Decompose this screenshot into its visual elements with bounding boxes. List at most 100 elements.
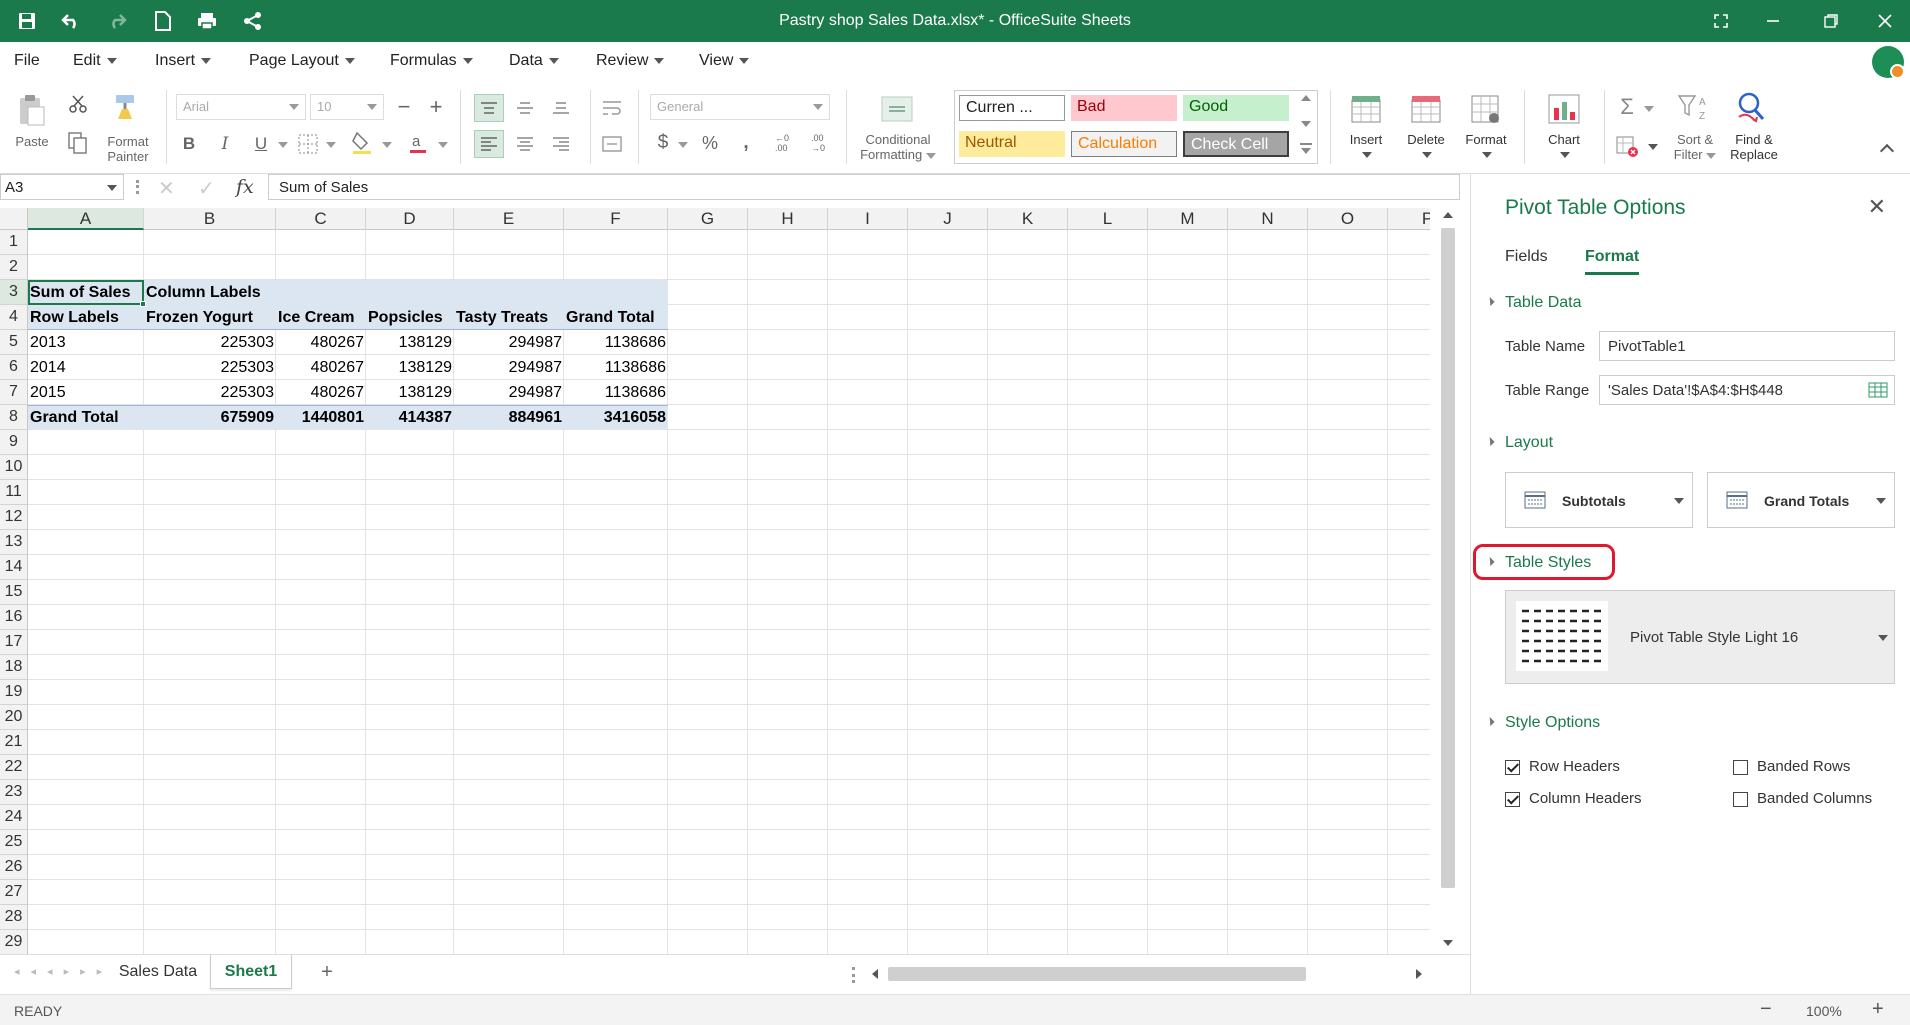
subtotals-dropdown[interactable]: Subtotals [1505, 472, 1693, 528]
style-currency[interactable]: Curren ... [959, 95, 1065, 121]
row-header[interactable]: 3 [0, 280, 28, 305]
row-header[interactable]: 14 [0, 555, 28, 580]
table-range-input[interactable]: 'Sales Data'!$A$4:$H$448 [1599, 375, 1895, 405]
autosum-icon[interactable]: Σ [1614, 94, 1640, 120]
borders-icon[interactable] [296, 132, 320, 156]
pivot-value-cell[interactable]: 1138686 [564, 355, 668, 380]
find-replace-label[interactable]: Find & Replace [1726, 132, 1782, 162]
number-format-select[interactable]: General [650, 94, 830, 120]
pivot-value-cell[interactable]: 1138686 [564, 330, 668, 355]
grand-total-cell[interactable]: 884961 [454, 405, 564, 430]
fullscreen-icon[interactable] [1706, 8, 1736, 34]
section-table-data[interactable]: Table Data [1505, 294, 1582, 312]
row-header[interactable]: 18 [0, 655, 28, 680]
add-sheet-button[interactable]: + [312, 955, 342, 989]
align-center-icon[interactable] [510, 130, 540, 158]
column-header-d[interactable]: D [366, 208, 454, 230]
pivot-row-label[interactable]: 2014 [28, 355, 144, 380]
column-header-b[interactable]: B [144, 208, 276, 230]
percent-icon[interactable]: % [698, 130, 722, 156]
confirm-icon[interactable]: ✓ [198, 176, 215, 201]
chart-label[interactable]: Chart [1540, 132, 1588, 147]
column-headers-checkbox[interactable] [1505, 792, 1520, 807]
align-right-icon[interactable] [546, 130, 576, 158]
merge-cells-icon[interactable] [598, 130, 626, 158]
align-left-icon[interactable] [474, 130, 504, 158]
sort-filter-label[interactable]: Sort & Filter [1664, 132, 1726, 162]
font-name-select[interactable]: Arial [176, 94, 306, 120]
cut-icon[interactable] [66, 92, 90, 116]
banded-rows-checkbox[interactable] [1733, 760, 1748, 775]
menu-page-layout[interactable]: Page Layout [249, 52, 355, 70]
pivot-value-cell[interactable]: 138129 [366, 355, 454, 380]
pivot-value-cell[interactable]: 480267 [276, 330, 366, 355]
fill-color-icon[interactable] [350, 130, 374, 156]
insert-label[interactable]: Insert [1342, 132, 1390, 147]
banded-columns-label[interactable]: Banded Columns [1757, 790, 1872, 807]
pivot-value-cell[interactable]: 1138686 [564, 380, 668, 405]
row-header[interactable]: 28 [0, 905, 28, 930]
section-layout[interactable]: Layout [1505, 434, 1553, 452]
section-style-options[interactable]: Style Options [1505, 714, 1600, 732]
grand-total-cell[interactable]: 414387 [366, 405, 454, 430]
row-header[interactable]: 1 [0, 230, 28, 255]
pivot-value-cell[interactable]: 294987 [454, 380, 564, 405]
row-header[interactable]: 17 [0, 630, 28, 655]
row-headers-checkbox[interactable] [1505, 760, 1520, 775]
collapse-ribbon-icon[interactable] [1879, 143, 1895, 159]
sheet-nav-arrows[interactable]: ◂◂◂▸▸▸ [14, 965, 113, 978]
row-headers-label[interactable]: Row Headers [1529, 758, 1620, 775]
restore-icon[interactable] [1816, 8, 1846, 34]
fill-handle[interactable] [140, 301, 146, 307]
pivot-header-cell[interactable]: Tasty Treats [454, 305, 564, 330]
insert-cells-icon[interactable] [1348, 92, 1384, 126]
row-header[interactable]: 25 [0, 830, 28, 855]
column-header-f[interactable]: F [564, 208, 668, 230]
row-header[interactable]: 24 [0, 805, 28, 830]
formula-bar-grip[interactable] [136, 180, 139, 194]
menu-file[interactable]: File [14, 52, 40, 70]
pivot-value-cell[interactable]: 138129 [366, 380, 454, 405]
conditional-formatting-icon[interactable] [880, 94, 914, 124]
minimize-icon[interactable] [1758, 8, 1788, 34]
grand-total-cell[interactable]: 3416058 [564, 405, 668, 430]
decrease-font-icon[interactable]: − [392, 94, 416, 120]
column-header-e[interactable]: E [454, 208, 564, 230]
find-replace-icon[interactable] [1734, 90, 1772, 126]
pivot-header-cell[interactable]: Ice Cream [276, 305, 366, 330]
wrap-text-icon[interactable] [598, 94, 626, 122]
insert-function-icon[interactable]: fx [236, 176, 254, 198]
row-header[interactable]: 12 [0, 505, 28, 530]
increase-decimal-icon[interactable]: ←0.00 [770, 130, 794, 156]
menu-review[interactable]: Review [596, 52, 665, 70]
font-color-icon[interactable]: a [406, 130, 430, 156]
menu-view[interactable]: View [699, 52, 750, 70]
row-header[interactable]: 6 [0, 355, 28, 380]
panel-close-icon[interactable]: ✕ [1868, 194, 1886, 220]
tabs-splitter[interactable] [852, 967, 855, 983]
pivot-column-labels[interactable]: Column Labels [144, 280, 366, 305]
gallery-more-icon[interactable] [1300, 143, 1312, 154]
vertical-scrollbar[interactable] [1440, 208, 1456, 954]
style-neutral[interactable]: Neutral [959, 131, 1065, 157]
close-icon[interactable] [1870, 8, 1900, 34]
vertical-scroll-thumb[interactable] [1441, 228, 1455, 888]
pivot-value-cell[interactable]: 225303 [144, 330, 276, 355]
table-name-input[interactable]: PivotTable1 [1599, 331, 1895, 361]
zoom-in-button[interactable]: + [1872, 998, 1884, 1021]
align-bottom-icon[interactable] [546, 94, 576, 122]
format-cells-icon[interactable] [1468, 92, 1504, 126]
column-header-n[interactable]: N [1228, 208, 1308, 230]
column-header-p[interactable]: P [1388, 208, 1430, 230]
gallery-up-icon[interactable] [1301, 95, 1311, 101]
column-header-g[interactable]: G [668, 208, 748, 230]
increase-font-icon[interactable]: + [424, 94, 448, 120]
row-header[interactable]: 8 [0, 405, 28, 430]
pivot-value-cell[interactable]: 225303 [144, 355, 276, 380]
paste-icon[interactable] [16, 92, 48, 128]
grand-totals-dropdown[interactable]: Grand Totals [1707, 472, 1895, 528]
menu-insert[interactable]: Insert [155, 52, 212, 70]
menu-edit[interactable]: Edit [73, 52, 117, 70]
copy-icon[interactable] [66, 130, 90, 156]
tab-format[interactable]: Format [1585, 248, 1640, 275]
